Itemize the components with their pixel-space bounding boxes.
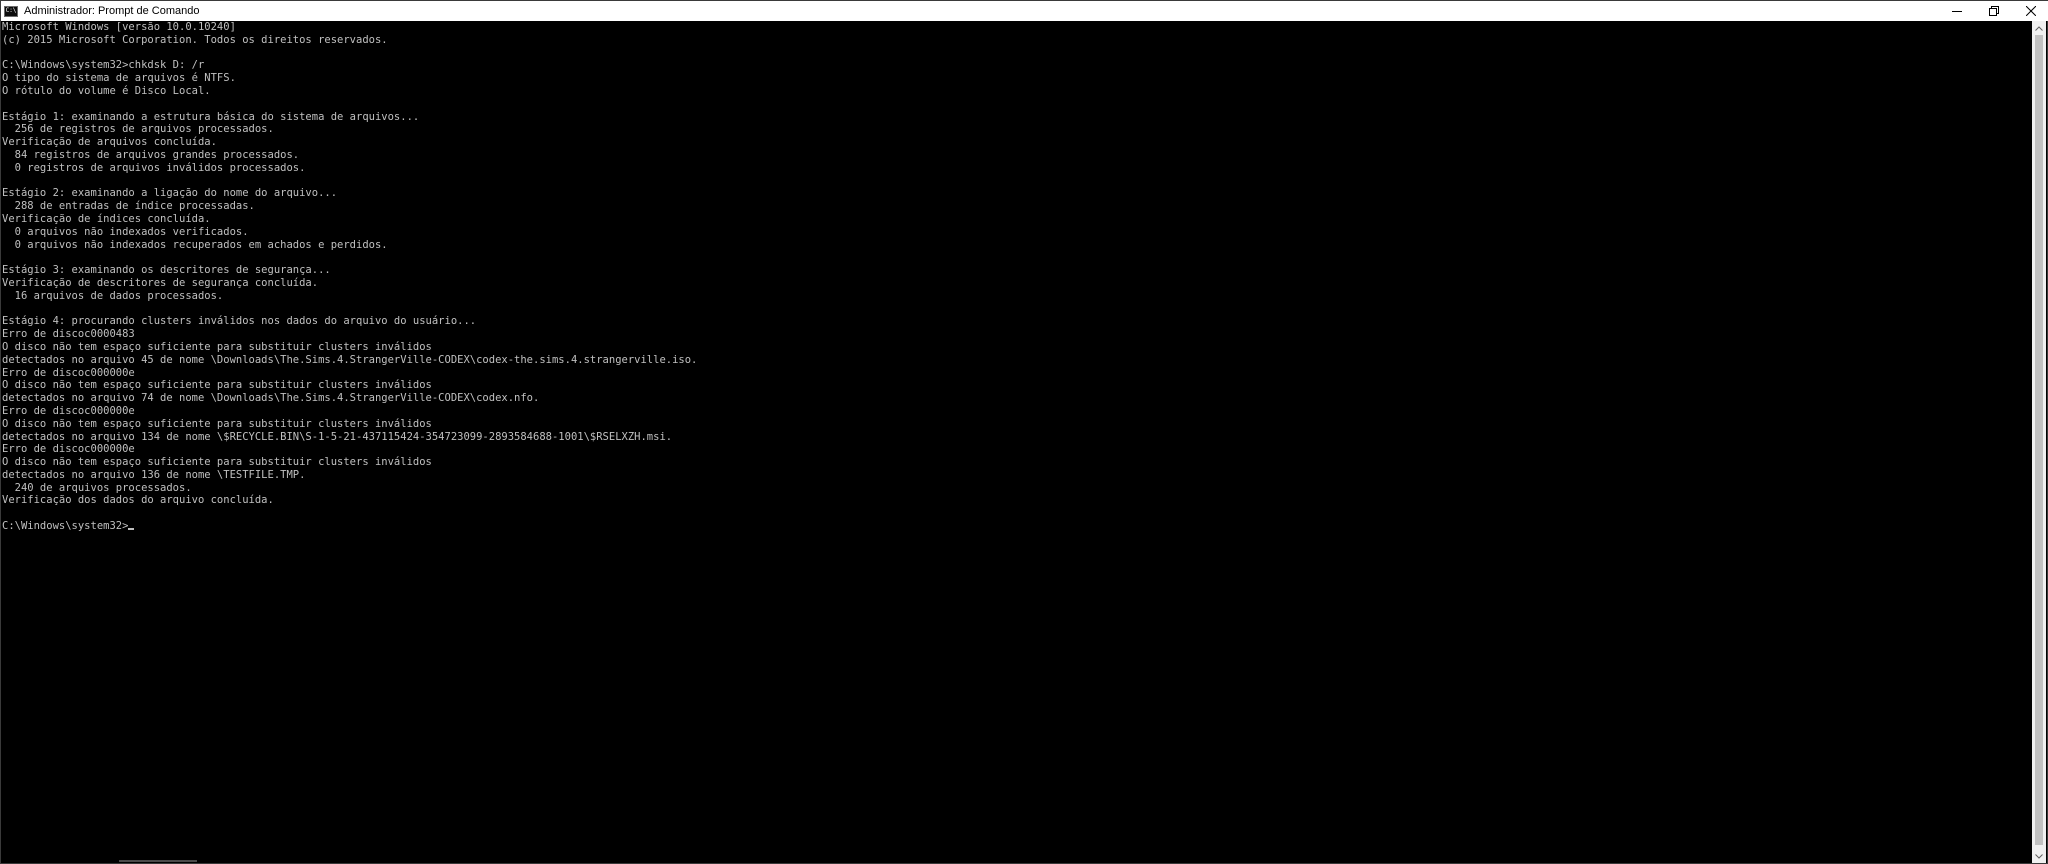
restore-button[interactable] bbox=[1975, 1, 2012, 21]
console-line: Erro de discoc000000e bbox=[2, 366, 135, 379]
prompt-text: C:\Windows\system32> bbox=[2, 520, 129, 533]
console-line: O tipo do sistema de arquivos é NTFS. bbox=[2, 72, 236, 85]
console-line: O disco não tem espaço suficiente para s… bbox=[2, 417, 432, 430]
horizontal-scroll-indicator bbox=[119, 860, 197, 862]
chevron-down-icon bbox=[2035, 853, 2043, 859]
scroll-up-button[interactable] bbox=[2032, 21, 2046, 35]
console-line: 256 de registros de arquivos processados… bbox=[2, 123, 274, 136]
console-output-area[interactable]: Microsoft Windows [versão 10.0.10240] (c)… bbox=[2, 21, 2033, 863]
minimize-icon bbox=[1951, 11, 1962, 12]
console-line: 288 de entradas de índice processadas. bbox=[2, 200, 255, 213]
console-line: detectados no arquivo 74 de nome \Downlo… bbox=[2, 392, 540, 405]
command-prompt-line[interactable]: C:\Windows\system32> bbox=[2, 520, 2033, 533]
console-line: Verificação de arquivos concluída. bbox=[2, 136, 217, 149]
console-line: Verificação de índices concluída. bbox=[2, 212, 211, 225]
chevron-up-icon bbox=[2035, 25, 2043, 31]
console-line: detectados no arquivo 134 de nome \$RECY… bbox=[2, 430, 673, 443]
console-line: Estágio 4: procurando clusters inválidos… bbox=[2, 315, 477, 328]
console-line: Erro de discoc000000e bbox=[2, 443, 135, 456]
console-line: 16 arquivos de dados processados. bbox=[2, 289, 224, 302]
window-title: Administrador: Prompt de Comando bbox=[24, 5, 200, 17]
console-line: detectados no arquivo 136 de nome \TESTF… bbox=[2, 468, 306, 481]
text-cursor bbox=[128, 528, 135, 531]
console-line: C:\Windows\system32>chkdsk D: /r bbox=[2, 59, 205, 72]
console-line: O disco não tem espaço suficiente para s… bbox=[2, 379, 432, 392]
console-line: (c) 2015 Microsoft Corporation. Todos os… bbox=[2, 33, 388, 46]
cmd-icon[interactable]: C:\ bbox=[4, 5, 18, 17]
console-text: Microsoft Windows [versão 10.0.10240] (c)… bbox=[2, 21, 2033, 533]
console-line: 0 arquivos não indexados verificados. bbox=[2, 225, 249, 238]
console-line: Estágio 2: examinando a ligação do nome … bbox=[2, 187, 338, 200]
console-line: 0 registros de arquivos inválidos proces… bbox=[2, 161, 306, 174]
console-line: Estágio 1: examinando a estrutura básica… bbox=[2, 110, 420, 123]
title-bar[interactable]: C:\ Administrador: Prompt de Comando bbox=[1, 1, 2048, 21]
vertical-scrollbar[interactable] bbox=[2032, 21, 2046, 863]
console-line: O rótulo do volume é Disco Local. bbox=[2, 84, 211, 97]
command-prompt-window: C:\ Administrador: Prompt de Comando Mic… bbox=[0, 0, 2048, 864]
console-line: Erro de discoc000000e bbox=[2, 404, 135, 417]
console-line: Estágio 3: examinando os descritores de … bbox=[2, 264, 331, 277]
close-button[interactable] bbox=[2012, 1, 2048, 21]
minimize-button[interactable] bbox=[1938, 1, 1975, 21]
console-line: O disco não tem espaço suficiente para s… bbox=[2, 340, 432, 353]
console-line: Verificação dos dados do arquivo concluí… bbox=[2, 494, 274, 507]
console-line: O disco não tem espaço suficiente para s… bbox=[2, 456, 432, 469]
console-line: Verificação de descritores de segurança … bbox=[2, 276, 319, 289]
console-line: Erro de discoc0000483 bbox=[2, 328, 135, 341]
caption-buttons bbox=[1938, 1, 2048, 21]
close-icon bbox=[2025, 6, 2036, 16]
scroll-thumb[interactable] bbox=[2035, 35, 2043, 845]
console-line: Microsoft Windows [versão 10.0.10240] bbox=[2, 21, 236, 33]
scroll-down-button[interactable] bbox=[2032, 849, 2046, 863]
console-line: 240 de arquivos processados. bbox=[2, 481, 192, 494]
console-line: 84 registros de arquivos grandes process… bbox=[2, 148, 300, 161]
restore-icon bbox=[1988, 6, 1999, 16]
console-line: detectados no arquivo 45 de nome \Downlo… bbox=[2, 353, 698, 366]
console-line: 0 arquivos não indexados recuperados em … bbox=[2, 238, 388, 251]
